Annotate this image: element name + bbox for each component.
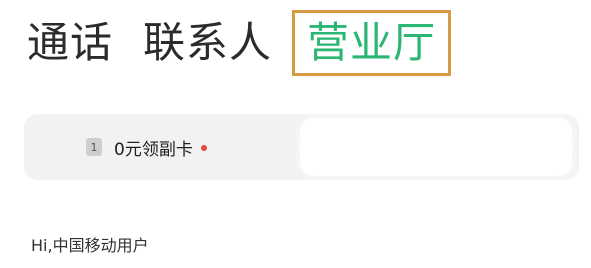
tab-business-hall-label: 营业厅 — [307, 18, 437, 67]
blank-panel — [300, 118, 572, 176]
business-hall-screen: 通话 联系人 营业厅 1 0元领副卡 Hi,中国移动用户 — [0, 0, 591, 268]
user-greeting: Hi,中国移动用户 — [31, 236, 149, 255]
promo-card-row: 1 0元领副卡 — [24, 114, 579, 180]
promo-label: 0元领副卡 — [114, 139, 193, 160]
notification-dot — [200, 145, 207, 151]
top-tabs: 通话 联系人 营业厅 — [27, 10, 452, 76]
tab-business-hall[interactable]: 营业厅 — [292, 10, 452, 76]
tab-contacts[interactable]: 联系人 — [143, 22, 272, 64]
free-sub-card-promo[interactable]: 1 0元领副卡 — [86, 114, 207, 180]
sim-index: 1 — [90, 140, 98, 154]
sim-card-icon: 1 — [86, 138, 102, 156]
tab-calls[interactable]: 通话 — [27, 22, 113, 64]
